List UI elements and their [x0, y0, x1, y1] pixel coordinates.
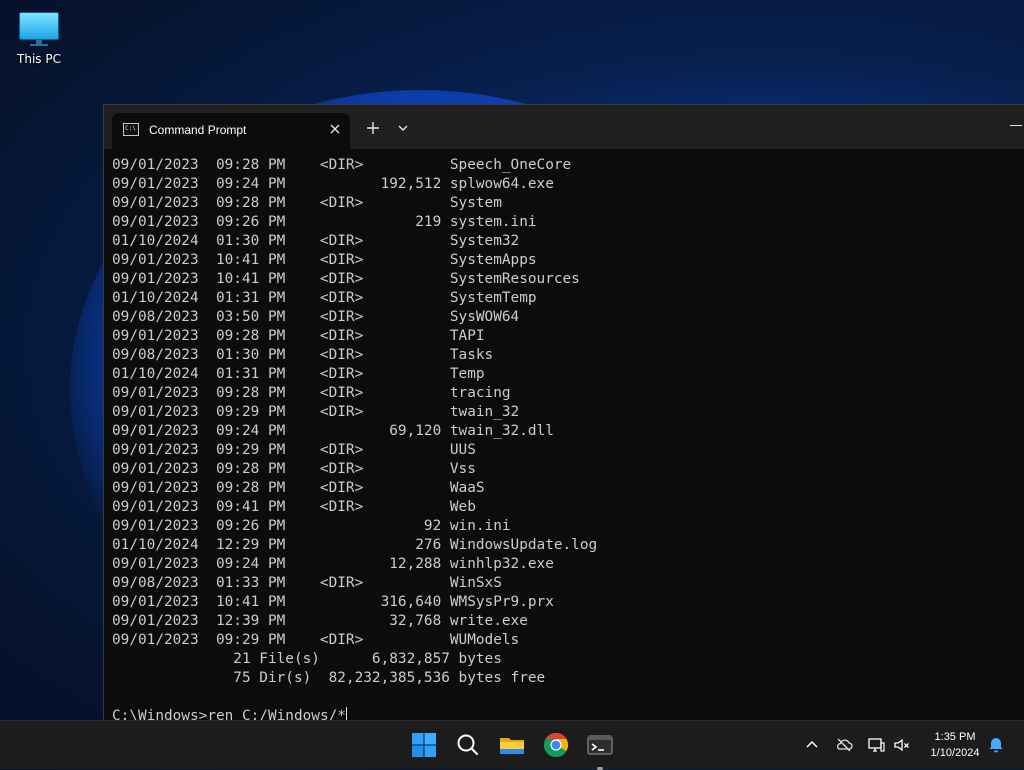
tab-dropdown-button[interactable]: [393, 118, 413, 138]
chevron-up-icon: [806, 740, 818, 748]
console-line: 21 File(s) 6,832,857 bytes: [112, 651, 502, 667]
console-line: 09/01/2023 09:24 PM 12,288 winhlp32.exe: [112, 556, 554, 572]
terminal-button[interactable]: [584, 729, 616, 770]
network-icon: [868, 738, 885, 752]
bell-icon: [989, 738, 1003, 753]
tab-command-prompt[interactable]: C:\ Command Prompt: [112, 113, 350, 149]
console-line: 09/08/2023 01:30 PM <DIR> Tasks: [112, 347, 494, 363]
close-tab-button[interactable]: [326, 120, 344, 138]
minimize-button[interactable]: [1010, 125, 1022, 126]
console-line: 09/01/2023 10:41 PM <DIR> SystemApps: [112, 252, 537, 268]
windows-logo-icon: [412, 733, 436, 757]
search-button[interactable]: [452, 729, 484, 761]
desktop-icon-this-pc[interactable]: This PC: [12, 8, 66, 66]
console-line: 09/01/2023 09:24 PM 192,512 splwow64.exe: [112, 176, 554, 192]
file-explorer-button[interactable]: [496, 729, 528, 761]
command-input-line[interactable]: C:\Windows>ren C:/Windows/*: [112, 707, 1017, 721]
desktop-icon-label: This PC: [17, 52, 61, 66]
title-bar[interactable]: C:\ Command Prompt: [104, 105, 1024, 149]
console-line: 01/10/2024 01:31 PM <DIR> SystemTemp: [112, 290, 537, 306]
plus-icon: [367, 122, 379, 134]
console-line: 09/01/2023 12:39 PM 32,768 write.exe: [112, 613, 528, 629]
start-button[interactable]: [408, 729, 440, 761]
console-line: 09/01/2023 09:26 PM 92 win.ini: [112, 518, 511, 534]
console-line: 09/01/2023 09:28 PM <DIR> System: [112, 195, 502, 211]
console-line: 01/10/2024 01:30 PM <DIR> System32: [112, 233, 520, 249]
console-line: 01/10/2024 12:29 PM 276 WindowsUpdate.lo…: [112, 537, 598, 553]
console-line: 09/01/2023 09:29 PM <DIR> UUS: [112, 442, 476, 458]
console-line: 09/01/2023 10:41 PM <DIR> SystemResource…: [112, 271, 580, 287]
close-icon: [330, 124, 340, 134]
console-line: 09/01/2023 09:28 PM <DIR> WaaS: [112, 480, 485, 496]
clock-time: 1:35 PM: [934, 731, 976, 743]
chrome-icon: [543, 733, 569, 758]
terminal-icon: [587, 735, 613, 755]
cloud-offline-icon: [837, 738, 853, 752]
command-prompt-window[interactable]: C:\ Command Prompt 09/01/2023 09:28 PM <…: [103, 104, 1024, 721]
new-tab-button[interactable]: [363, 118, 383, 138]
console-line: 09/01/2023 09:28 PM <DIR> Vss: [112, 461, 476, 477]
console-line: 09/01/2023 09:28 PM <DIR> Speech_OneCore: [112, 157, 572, 173]
console-line: 09/08/2023 03:50 PM <DIR> SysWOW64: [112, 309, 520, 325]
console-line: 09/01/2023 10:41 PM 316,640 WMSysPr9.prx: [112, 594, 554, 610]
network-tray-button[interactable]: [866, 735, 886, 755]
clock-date: 1/10/2024: [930, 747, 980, 759]
text-cursor: [345, 707, 347, 721]
cmd-icon: C:\: [123, 123, 139, 136]
show-hidden-icons-button[interactable]: [802, 735, 822, 755]
console-line: 09/01/2023 09:29 PM <DIR> twain_32: [112, 404, 520, 420]
chevron-down-icon: [398, 125, 408, 131]
volume-tray-button[interactable]: [892, 735, 912, 755]
taskbar: 1:35 PM 1/10/2024: [0, 720, 1024, 770]
console-line: 09/01/2023 09:28 PM <DIR> TAPI: [112, 328, 485, 344]
search-icon: [457, 734, 479, 756]
console-line: 09/01/2023 09:26 PM 219 system.ini: [112, 214, 537, 230]
console-line: 01/10/2024 01:31 PM <DIR> Temp: [112, 366, 485, 382]
volume-muted-icon: [894, 738, 909, 752]
taskbar-clock[interactable]: 1:35 PM 1/10/2024: [918, 729, 992, 761]
onedrive-tray-button[interactable]: [834, 735, 854, 755]
console-line: 09/01/2023 09:24 PM 69,120 twain_32.dll: [112, 423, 554, 439]
notification-button[interactable]: [986, 735, 1006, 755]
console-line: 75 Dir(s) 82,232,385,536 bytes free: [112, 670, 546, 686]
console-line: 09/08/2023 01:33 PM <DIR> WinSxS: [112, 575, 502, 591]
folder-icon: [500, 738, 524, 754]
console-output[interactable]: 09/01/2023 09:28 PM <DIR> Speech_OneCore…: [112, 156, 1017, 721]
monitor-icon: [19, 12, 59, 46]
console-line: 09/01/2023 09:41 PM <DIR> Web: [112, 499, 476, 515]
console-line: 09/01/2023 09:28 PM <DIR> tracing: [112, 385, 511, 401]
console-line: 09/01/2023 09:29 PM <DIR> WUModels: [112, 632, 520, 648]
chrome-button[interactable]: [540, 729, 572, 761]
tab-title: Command Prompt: [149, 123, 247, 137]
